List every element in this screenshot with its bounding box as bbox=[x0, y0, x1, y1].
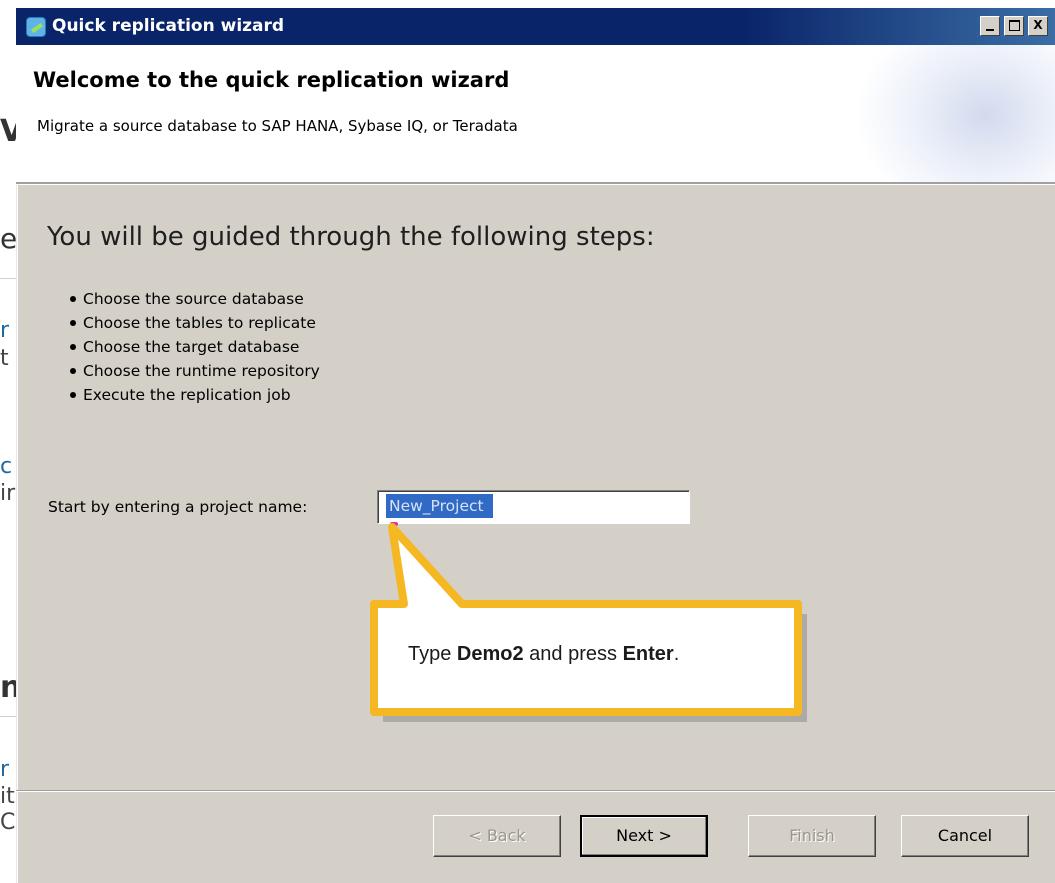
wizard-title: Welcome to the quick replication wizard bbox=[33, 68, 510, 92]
step-item: Choose the source database bbox=[70, 287, 320, 311]
title-bar[interactable]: Quick replication wizard X bbox=[16, 8, 1055, 45]
callout-instruction: Type Demo2 and press Enter. bbox=[408, 643, 679, 666]
bg-fragment-8: r bbox=[0, 757, 10, 782]
bg-fragment-3: r bbox=[0, 318, 10, 343]
wizard-subtitle: Migrate a source database to SAP HANA, S… bbox=[37, 117, 518, 135]
callout-text-prefix: Type bbox=[408, 643, 457, 665]
header-separator bbox=[16, 182, 1055, 185]
bg-fragment-4: t bbox=[0, 346, 9, 371]
bg-divider-2 bbox=[0, 716, 16, 717]
header-decoration bbox=[855, 45, 1055, 182]
bg-fragment-10: C bbox=[0, 810, 16, 835]
callout-text-key: Enter bbox=[622, 643, 674, 665]
step-item: Choose the tables to replicate bbox=[70, 311, 320, 335]
bg-divider-1 bbox=[0, 278, 16, 279]
maximize-button[interactable] bbox=[1004, 16, 1024, 36]
cancel-button[interactable]: Cancel bbox=[901, 815, 1029, 857]
next-button[interactable]: Next > bbox=[580, 815, 708, 857]
finish-button[interactable]: Finish bbox=[748, 815, 876, 857]
step-item: Choose the target database bbox=[70, 335, 320, 359]
bg-fragment-2: e bbox=[0, 222, 18, 255]
project-name-value: New_Project bbox=[386, 494, 493, 518]
minimize-button[interactable] bbox=[980, 16, 1000, 36]
text-cursor bbox=[390, 522, 398, 526]
callout-text-middle: and press bbox=[523, 643, 623, 665]
bg-fragment-6: ir bbox=[0, 481, 16, 506]
bg-fragment-5: c bbox=[0, 454, 13, 479]
steps-heading: You will be guided through the following… bbox=[47, 222, 655, 252]
footer-separator bbox=[16, 790, 1055, 792]
step-item: Choose the runtime repository bbox=[70, 359, 320, 383]
callout-text-suffix: . bbox=[673, 643, 680, 665]
project-name-label: Start by entering a project name: bbox=[48, 498, 308, 516]
steps-list: Choose the source database Choose the ta… bbox=[70, 287, 320, 407]
close-button[interactable]: X bbox=[1028, 16, 1048, 36]
back-button[interactable]: < Back bbox=[433, 815, 561, 857]
project-name-input[interactable]: New_Project bbox=[377, 490, 690, 524]
bg-fragment-9: it bbox=[0, 784, 15, 809]
window-title: Quick replication wizard bbox=[52, 16, 285, 36]
wizard-header: Welcome to the quick replication wizard … bbox=[16, 45, 1055, 182]
app-icon bbox=[26, 17, 46, 37]
callout-text-value: Demo2 bbox=[456, 643, 524, 665]
step-item: Execute the replication job bbox=[70, 383, 320, 407]
